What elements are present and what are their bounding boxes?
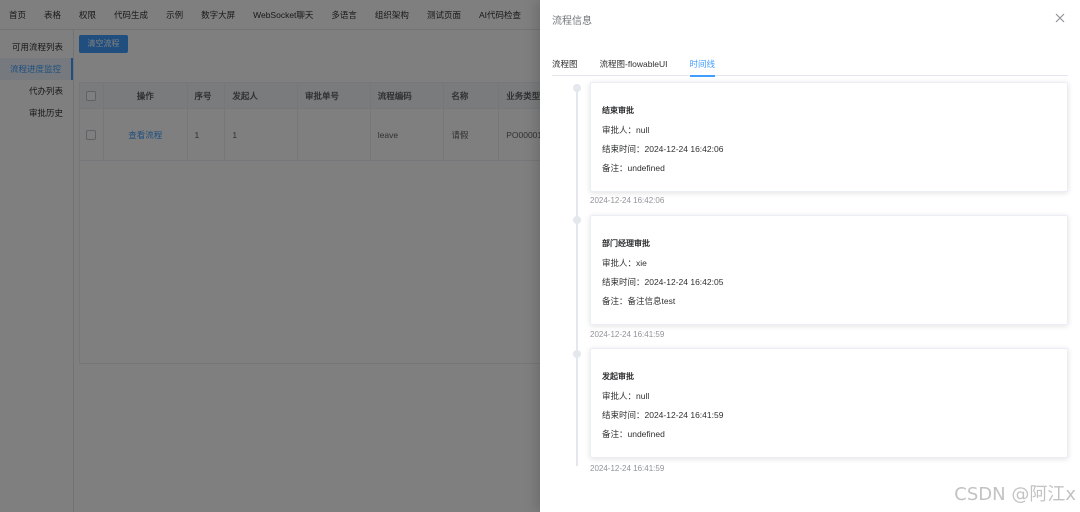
card-remark: 备注：备注信息test	[602, 296, 676, 306]
tab-flowable-ui[interactable]: 流程图-flowableUI	[600, 56, 668, 76]
tab-timeline[interactable]: 时间线	[689, 56, 715, 77]
card-remark: 备注：undefined	[602, 429, 665, 439]
timeline-card-end-approval: 结束审批 审批人：null 结束时间：2024-12-24 16:42:06 备…	[590, 82, 1068, 192]
timeline-card-manager-approval: 部门经理审批 审批人：xie 结束时间：2024-12-24 16:42:05 …	[590, 215, 1068, 325]
card-remark: 备注：undefined	[602, 163, 665, 173]
drawer-title: 流程信息	[552, 16, 592, 27]
timeline-timestamp: 2024-12-24 16:42:06	[590, 196, 665, 205]
card-end-time: 结束时间：2024-12-24 16:42:05	[602, 277, 724, 287]
timeline-timestamp: 2024-12-24 16:41:59	[590, 464, 665, 473]
card-title: 部门经理审批	[602, 239, 650, 248]
timeline: 结束审批 审批人：null 结束时间：2024-12-24 16:42:06 备…	[540, 80, 1080, 512]
card-approver: 审批人：null	[602, 391, 650, 401]
card-title: 结束审批	[602, 106, 634, 115]
tab-flow-chart[interactable]: 流程图	[552, 56, 578, 76]
timeline-axis	[576, 86, 578, 466]
watermark: CSDN @阿江x	[954, 484, 1076, 505]
drawer-tabs: 流程图 流程图-flowableUI 时间线	[552, 56, 1068, 77]
card-approver: 审批人：xie	[602, 258, 647, 268]
card-end-time: 结束时间：2024-12-24 16:42:06	[602, 144, 724, 154]
card-approver: 审批人：null	[602, 125, 650, 135]
timeline-dot	[573, 216, 581, 224]
timeline-dot	[573, 84, 581, 92]
timeline-timestamp: 2024-12-24 16:41:59	[590, 330, 665, 339]
card-end-time: 结束时间：2024-12-24 16:41:59	[602, 410, 724, 420]
timeline-dot	[573, 350, 581, 358]
timeline-card-start-approval: 发起审批 审批人：null 结束时间：2024-12-24 16:41:59 备…	[590, 348, 1068, 458]
flow-info-drawer: 流程信息 流程图 流程图-flowableUI 时间线 结束审批 审批人：nul…	[540, 0, 1080, 512]
card-title: 发起审批	[602, 372, 634, 381]
close-icon[interactable]	[1053, 11, 1067, 25]
